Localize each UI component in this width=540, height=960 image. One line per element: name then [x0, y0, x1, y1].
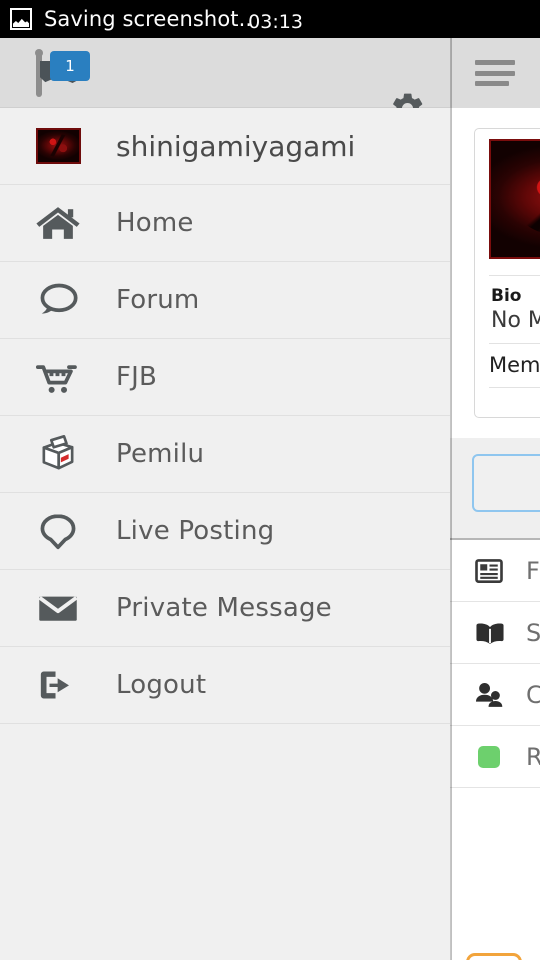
content-panel-header	[450, 38, 540, 108]
profile-avatar-wrap	[475, 129, 540, 269]
drawer-item-label: Forum	[116, 285, 200, 315]
speech-bubble-icon	[0, 280, 116, 320]
list-item-label: Fo	[526, 556, 540, 585]
envelope-icon	[0, 588, 116, 628]
drawer-item-label: Pemilu	[116, 439, 205, 469]
drawer-item-label: Logout	[116, 670, 207, 700]
underlying-content-panel: Bio No Ma Membe P	[450, 38, 540, 960]
logout-icon	[0, 665, 116, 705]
content-panel-body: Bio No Ma Membe P	[450, 108, 540, 960]
bio-text: No Ma	[491, 308, 540, 333]
status-bar: Saving screenshot.. 03:13	[0, 0, 540, 38]
search-strip	[450, 438, 540, 538]
drawer-item-forum[interactable]: Forum	[0, 262, 450, 339]
drawer-item-label: Home	[116, 208, 194, 238]
profile-avatar[interactable]	[489, 139, 540, 259]
drawer-header: 1	[0, 38, 450, 124]
drawer-item-label: Live Posting	[116, 516, 275, 546]
profile-card-footer: P	[489, 387, 540, 426]
drawer-menu: shinigamiyagami Home Forum FJB Pemilu Li…	[0, 108, 450, 924]
ballot-box-icon	[0, 434, 116, 474]
list-item-label: Re	[526, 742, 540, 771]
location-bubble-icon	[0, 511, 116, 551]
shopping-cart-icon	[0, 357, 116, 397]
status-text: Saving screenshot..	[44, 7, 253, 31]
drawer-item-profile[interactable]: shinigamiyagami	[0, 108, 450, 185]
home-icon	[0, 203, 116, 243]
green-status-icon	[474, 745, 516, 768]
list-item[interactable]: Re	[450, 726, 540, 788]
app-screen: Bio No Ma Membe P	[0, 0, 540, 960]
drawer-item-fjb[interactable]: FJB	[0, 339, 450, 416]
drawer-item-label: Private Message	[116, 593, 332, 623]
drawer-item-logout[interactable]: Logout	[0, 647, 450, 724]
bio-label: Bio	[491, 286, 522, 306]
status-clock: 03:13	[248, 11, 303, 33]
flag-icon[interactable]: 1	[35, 49, 94, 99]
content-list: Fo Su	[450, 540, 540, 788]
list-item-label: Co	[526, 680, 540, 709]
people-icon	[474, 681, 516, 709]
search-input[interactable]	[472, 454, 540, 512]
image-saving-icon	[8, 7, 34, 31]
drawer-item-live-posting[interactable]: Live Posting	[0, 493, 450, 570]
profile-card: Bio No Ma Membe P	[474, 128, 540, 418]
drawer-username: shinigamiyagami	[116, 129, 356, 163]
flag-badge-count: 1	[50, 51, 90, 81]
drawer-item-pemilu[interactable]: Pemilu	[0, 416, 450, 493]
kaskus-logo-icon[interactable]	[466, 953, 522, 960]
hamburger-icon[interactable]	[475, 60, 515, 86]
list-item[interactable]: Co	[450, 664, 540, 726]
list-item[interactable]: Su	[450, 602, 540, 664]
list-item-label: Su	[526, 618, 540, 647]
article-icon	[474, 556, 516, 586]
list-item[interactable]: Fo	[450, 540, 540, 602]
drawer-empty-space	[0, 724, 450, 924]
drawer-item-label: FJB	[116, 362, 158, 392]
user-avatar	[0, 128, 116, 164]
navigation-drawer: 1 shinigamiyagami Home Forum FJB Pemilu …	[0, 38, 450, 960]
member-row: Membe	[489, 343, 540, 377]
drawer-item-home[interactable]: Home	[0, 185, 450, 262]
book-icon	[474, 619, 516, 647]
drawer-item-private-message[interactable]: Private Message	[0, 570, 450, 647]
